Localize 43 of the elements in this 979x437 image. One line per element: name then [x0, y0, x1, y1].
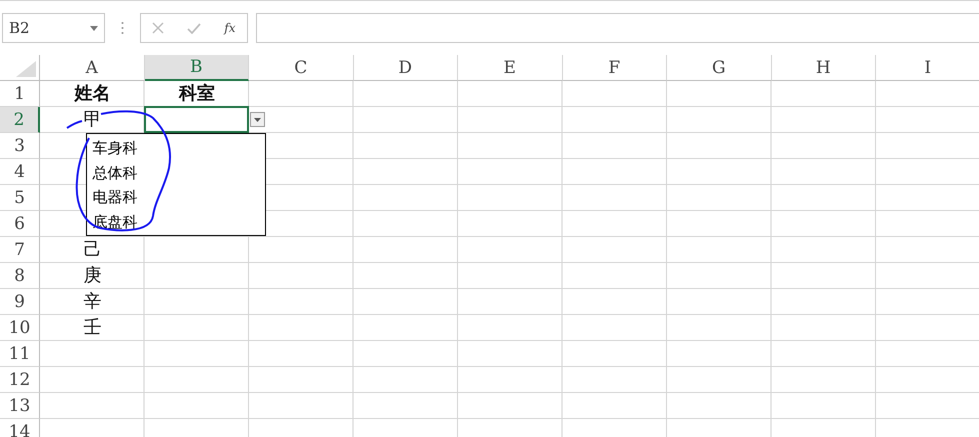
- select-all-button[interactable]: [0, 55, 40, 81]
- table-cell: 壬: [83, 317, 102, 339]
- column-header[interactable]: C: [249, 55, 354, 81]
- more-icon[interactable]: [121, 21, 124, 35]
- name-box[interactable]: B2: [2, 13, 105, 43]
- row-header[interactable]: 6: [0, 211, 40, 237]
- row-header[interactable]: 3: [0, 133, 40, 159]
- caret-icon: [254, 118, 261, 122]
- active-cell[interactable]: [144, 106, 249, 133]
- table-cell: 庚: [83, 265, 102, 287]
- table-cell: 姓名: [74, 83, 110, 105]
- row-header[interactable]: 1: [0, 81, 40, 107]
- table-cell: 辛: [83, 291, 102, 313]
- row-header[interactable]: 11: [0, 341, 40, 367]
- row-header[interactable]: 2: [0, 107, 40, 133]
- column-header[interactable]: F: [562, 55, 667, 81]
- row-header[interactable]: 10: [0, 315, 40, 341]
- row-header[interactable]: 9: [0, 289, 40, 315]
- table-cell: 科室: [178, 83, 215, 105]
- column-header[interactable]: E: [458, 55, 562, 81]
- dropdown-option[interactable]: 总体科: [92, 160, 264, 185]
- enter-icon[interactable]: [187, 22, 202, 34]
- row-header[interactable]: 5: [0, 185, 40, 211]
- column-header[interactable]: G: [667, 55, 772, 81]
- column-header[interactable]: H: [772, 55, 876, 81]
- column-header[interactable]: D: [354, 55, 458, 81]
- column-header[interactable]: A: [40, 55, 144, 81]
- caret-icon: [90, 26, 98, 30]
- insert-function-button[interactable]: fx: [224, 21, 236, 35]
- row-header[interactable]: 4: [0, 159, 40, 185]
- column-header[interactable]: B: [144, 55, 249, 81]
- row-header[interactable]: 13: [0, 393, 40, 419]
- row-header[interactable]: 8: [0, 263, 40, 289]
- cancel-icon[interactable]: [152, 22, 164, 34]
- dropdown-button[interactable]: [250, 112, 265, 127]
- dropdown-option[interactable]: 车身科: [92, 136, 264, 160]
- dropdown-option[interactable]: 电器科: [92, 185, 264, 210]
- row-header[interactable]: 12: [0, 367, 40, 393]
- row-header[interactable]: 7: [0, 237, 40, 263]
- table-cell: 甲: [83, 109, 102, 131]
- formula-field[interactable]: [256, 13, 979, 43]
- corner-triangle-icon: [16, 61, 36, 77]
- table-cell: 己: [83, 239, 102, 261]
